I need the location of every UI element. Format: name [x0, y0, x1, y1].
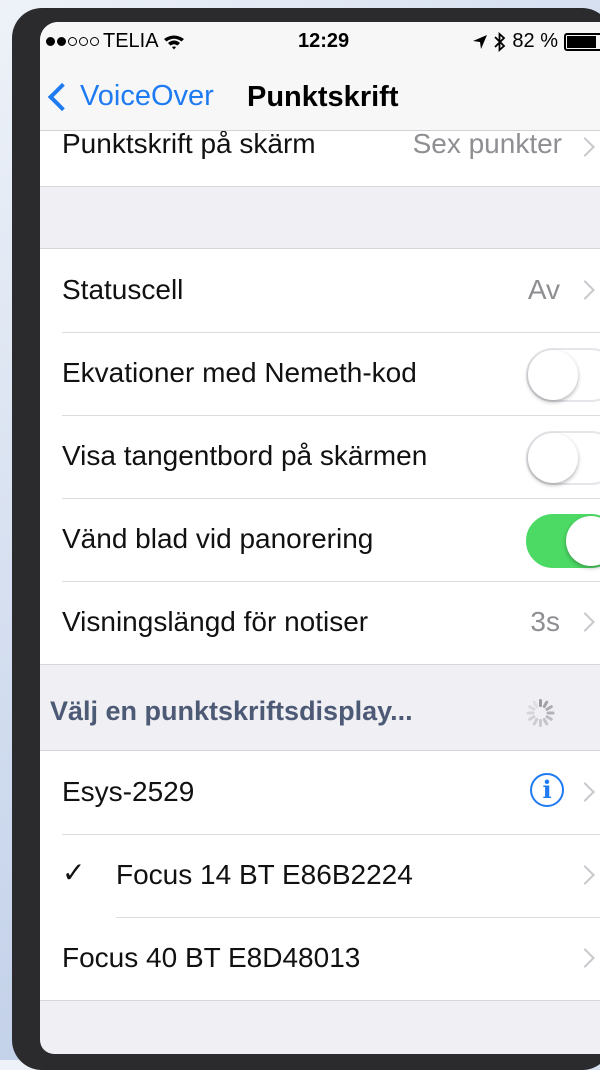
- notification-duration-row[interactable]: Visningslängd för notiser 3s: [40, 581, 600, 664]
- notification-duration-value: 3s: [530, 606, 560, 637]
- braille-screen-label: Punktskrift på skärm: [62, 128, 316, 159]
- chevron-right-icon: [575, 137, 595, 157]
- carrier-info: TELIA: [46, 30, 185, 53]
- battery-icon: [564, 32, 600, 51]
- braille-screen-value: Sex punkter: [412, 128, 562, 159]
- location-arrow-icon: [473, 34, 488, 49]
- signal-strength-icon: [46, 37, 99, 46]
- nemeth-label: Ekvationer med Nemeth-kod: [62, 357, 417, 388]
- chevron-right-icon: [575, 865, 595, 885]
- statuscell-row[interactable]: Statuscell Av: [40, 249, 600, 332]
- phone-frame: TELIA 12:29 82 % VoiceOver Punktskrift P…: [12, 8, 600, 1070]
- braille-options-group: Statuscell Av Ekvationer med Nemeth-kod …: [40, 248, 600, 665]
- nemeth-toggle[interactable]: [526, 348, 600, 402]
- nemeth-row: Ekvationer med Nemeth-kod: [40, 332, 600, 415]
- back-label: VoiceOver: [80, 80, 214, 112]
- notification-duration-label: Visningslängd för notiser: [62, 606, 369, 637]
- page-title: Punktskrift: [247, 81, 399, 113]
- keyboard-toggle[interactable]: [526, 431, 600, 485]
- battery-percentage: 82 %: [512, 30, 558, 52]
- display-label: Focus 14 BT E86B2224: [116, 859, 413, 890]
- wifi-icon: [163, 35, 184, 49]
- bluetooth-icon: [494, 31, 506, 52]
- display-label: Focus 40 BT E8D48013: [62, 942, 361, 973]
- statuscell-value: Av: [527, 274, 560, 305]
- screen: TELIA 12:29 82 % VoiceOver Punktskrift P…: [40, 22, 600, 1054]
- displays-group: Esys-2529 i ✓ Focus 14 BT E86B2224 Focus…: [40, 750, 600, 1001]
- status-right: 82 %: [472, 30, 600, 53]
- chevron-right-icon: [575, 280, 595, 300]
- carrier-name: TELIA: [103, 30, 159, 52]
- status-bar: TELIA 12:29 82 %: [40, 22, 600, 62]
- display-label: Esys-2529: [62, 776, 195, 807]
- checkmark-icon: ✓: [62, 857, 86, 888]
- list-item[interactable]: Focus 40 BT E8D48013: [40, 917, 600, 1000]
- info-icon[interactable]: i: [530, 773, 564, 807]
- list-item[interactable]: Esys-2529 i: [40, 751, 600, 834]
- list-item[interactable]: ✓ Focus 14 BT E86B2224: [40, 834, 600, 917]
- keyboard-label: Visa tangentbord på skärmen: [62, 440, 428, 471]
- chevron-right-icon: [575, 948, 595, 968]
- turn-pages-row: Vänd blad vid panorering: [40, 498, 600, 581]
- turn-pages-label: Vänd blad vid panorering: [62, 523, 374, 554]
- statuscell-label: Statuscell: [62, 274, 184, 305]
- navigation-bar: VoiceOver Punktskrift: [40, 62, 600, 131]
- keyboard-row: Visa tangentbord på skärmen: [40, 415, 600, 498]
- braille-screen-row[interactable]: Punktskrift på skärm Sex punkter: [40, 126, 600, 187]
- clock: 12:29: [298, 30, 350, 52]
- loading-spinner-icon: [525, 698, 555, 728]
- chevron-left-icon: [47, 82, 77, 111]
- chevron-right-icon: [575, 782, 595, 802]
- section-header: Välj en punktskriftsdisplay...: [50, 696, 413, 726]
- turn-pages-toggle[interactable]: [526, 514, 600, 568]
- chevron-right-icon: [575, 612, 595, 632]
- back-button[interactable]: VoiceOver: [46, 80, 214, 113]
